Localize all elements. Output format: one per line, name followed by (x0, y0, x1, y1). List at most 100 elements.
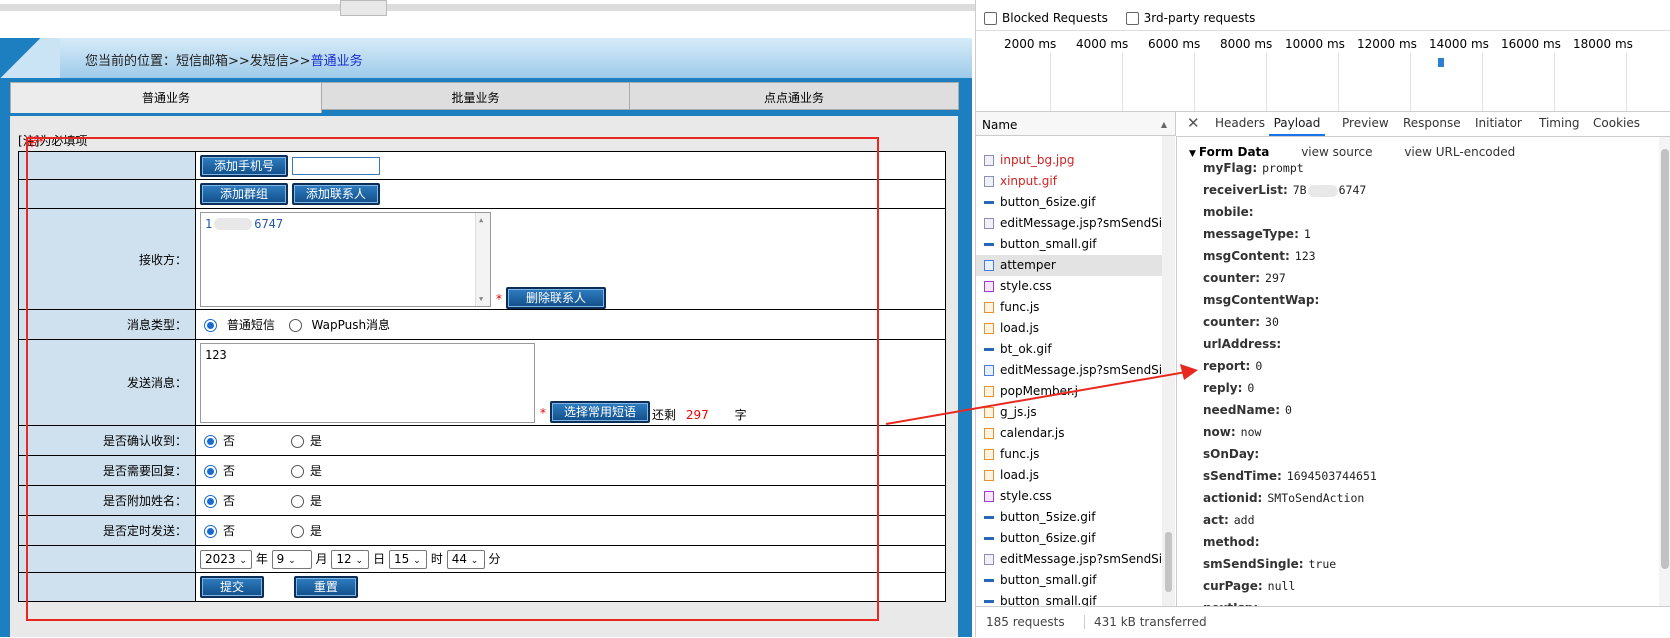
request-row[interactable]: style.css (976, 486, 1162, 507)
request-row[interactable]: calendar.js (976, 423, 1162, 444)
request-row[interactable]: func.js (976, 297, 1162, 318)
tab-cookies[interactable]: Cookies (1593, 108, 1640, 136)
month-select[interactable]: 9 ⌄ (271, 549, 312, 569)
tab-normal[interactable]: 普通业务 (10, 82, 322, 113)
view-source-link[interactable]: view source (1301, 145, 1372, 159)
tab-p2p[interactable]: 点点通业务 (629, 82, 959, 110)
payload-scrollbar[interactable] (1659, 137, 1670, 607)
tab-payload[interactable]: Payload (1269, 108, 1325, 136)
request-name: bt_ok.gif (1000, 342, 1052, 356)
request-name: func.js (1000, 447, 1040, 461)
receiver-value: 1 6747 (205, 217, 283, 231)
request-row[interactable]: xinput.gif (976, 171, 1162, 192)
day-select[interactable]: 12 ⌄ (331, 549, 370, 569)
minute-select[interactable]: 44 ⌄ (446, 549, 485, 569)
day-value: 12 (336, 551, 352, 566)
radio-name-yes[interactable] (290, 495, 304, 508)
scrollbar-thumb[interactable] (1661, 149, 1669, 569)
add-phone-button[interactable]: 添加手机号 (200, 154, 289, 177)
request-row[interactable]: attemper (976, 255, 1162, 276)
third-party-checkbox[interactable] (1125, 12, 1139, 25)
receiver-scrollbar[interactable]: ▲ ▼ (475, 212, 490, 306)
radio-reply-yes[interactable] (290, 465, 304, 478)
js-icon (984, 323, 994, 334)
request-row[interactable]: bt_ok.gif (976, 339, 1162, 360)
bar-icon (984, 600, 994, 603)
payload-value: 1694503744651 (1286, 469, 1377, 483)
select-common-phrase-button[interactable]: 选择常用短语 (550, 401, 651, 423)
request-name: calendar.js (1000, 426, 1065, 440)
request-row[interactable]: style.css (976, 276, 1162, 297)
radio-confirm-yes[interactable] (290, 435, 304, 448)
blocked-requests-checkbox[interactable] (984, 12, 997, 25)
tab-preview[interactable]: Preview (1342, 108, 1389, 136)
option-no: 否 (223, 494, 236, 508)
msg-type-cell: 普通短信 WapPush消息 (195, 309, 946, 340)
request-row[interactable]: load.js (976, 465, 1162, 486)
tab-batch[interactable]: 批量业务 (321, 82, 630, 110)
payload-row: act: add (1203, 513, 1255, 527)
request-row[interactable]: popMember.j (976, 381, 1162, 402)
caret-down-icon[interactable]: ▼ (1189, 149, 1196, 159)
request-row[interactable]: button_6size.gif (976, 192, 1162, 213)
submit-button[interactable]: 提交 (200, 576, 265, 598)
radio-normal-sms[interactable] (204, 319, 217, 332)
payload-key: actionid: (1203, 491, 1263, 505)
network-timeline[interactable]: 2000 ms 4000 ms 6000 ms 8000 ms 10000 ms… (976, 30, 1670, 112)
year-select[interactable]: 2023 ⌄ (200, 549, 252, 569)
request-row[interactable]: button_6size.gif (976, 528, 1162, 549)
request-row[interactable]: func.js (976, 444, 1162, 465)
tab-headers[interactable]: Headers (1215, 108, 1265, 136)
transferred-size: 431 kB transferred (1094, 615, 1207, 629)
add-contact-button[interactable]: 添加联系人 (291, 183, 380, 205)
phone-input[interactable] (291, 157, 380, 175)
tab-response[interactable]: Response (1403, 108, 1461, 136)
js-icon (984, 386, 994, 397)
radio-reply-no[interactable] (204, 465, 217, 478)
request-row[interactable]: editMessage.jsp?smSendSi... (976, 549, 1162, 570)
request-row[interactable]: load.js (976, 318, 1162, 339)
breadcrumb-current[interactable]: 普通业务 (311, 54, 363, 69)
message-textarea[interactable]: 123 (200, 342, 535, 423)
delete-contact-button[interactable]: 删除联系人 (506, 287, 607, 309)
payload-key: needName: (1203, 403, 1280, 417)
payload-row: counter: 30 (1203, 315, 1279, 329)
request-name: button_6size.gif (1000, 195, 1096, 209)
send-msg-label: 发送消息： (18, 339, 196, 426)
radio-scheduled-yes[interactable] (290, 525, 304, 538)
view-url-encoded-link[interactable]: view URL-encoded (1404, 145, 1515, 159)
radio-wappush[interactable] (288, 319, 302, 332)
empty-label (18, 179, 196, 209)
grid-line (1122, 53, 1123, 111)
request-list-scrollbar[interactable] (1162, 136, 1175, 606)
request-row[interactable]: editMessage.jsp?smSendSi... (976, 213, 1162, 234)
note-star: 带* (26, 135, 45, 149)
request-row[interactable]: g_js.js (976, 402, 1162, 423)
receiver-textarea[interactable]: 1 6747 ▲ ▼ (200, 211, 491, 307)
tab-timing[interactable]: Timing (1539, 108, 1580, 136)
scroll-down-icon[interactable]: ▼ (479, 295, 483, 303)
request-name: load.js (1000, 321, 1040, 335)
reset-button[interactable]: 重置 (293, 576, 358, 598)
scroll-up-icon[interactable]: ▲ (479, 216, 483, 224)
tick-label: 14000 ms (1429, 37, 1489, 51)
payload-value-end: 6747 (1338, 183, 1367, 197)
request-row[interactable]: button_small.gif (976, 591, 1162, 606)
close-icon[interactable]: ✕ (1187, 108, 1200, 136)
name-column-header[interactable]: Name ▲ (976, 112, 1176, 136)
radio-scheduled-no[interactable] (204, 525, 217, 538)
tab-initiator[interactable]: Initiator (1475, 108, 1522, 136)
request-row[interactable]: editMessage.jsp?smSendSi... (976, 360, 1162, 381)
add-group-button[interactable]: 添加群组 (200, 183, 289, 205)
request-row[interactable]: button_small.gif (976, 570, 1162, 591)
request-row[interactable]: button_5size.gif (976, 507, 1162, 528)
request-row[interactable]: button_small.gif (976, 234, 1162, 255)
payload-row: myFlag: prompt (1203, 161, 1304, 175)
payload-value: 1 (1303, 227, 1311, 241)
hour-select[interactable]: 15 ⌄ (389, 549, 428, 569)
radio-name-no[interactable] (204, 495, 217, 508)
scrollbar-thumb[interactable] (1165, 532, 1172, 592)
hour-value: 15 (394, 551, 410, 566)
request-row[interactable]: input_bg.jpg (976, 150, 1162, 171)
radio-confirm-no[interactable] (204, 435, 217, 448)
